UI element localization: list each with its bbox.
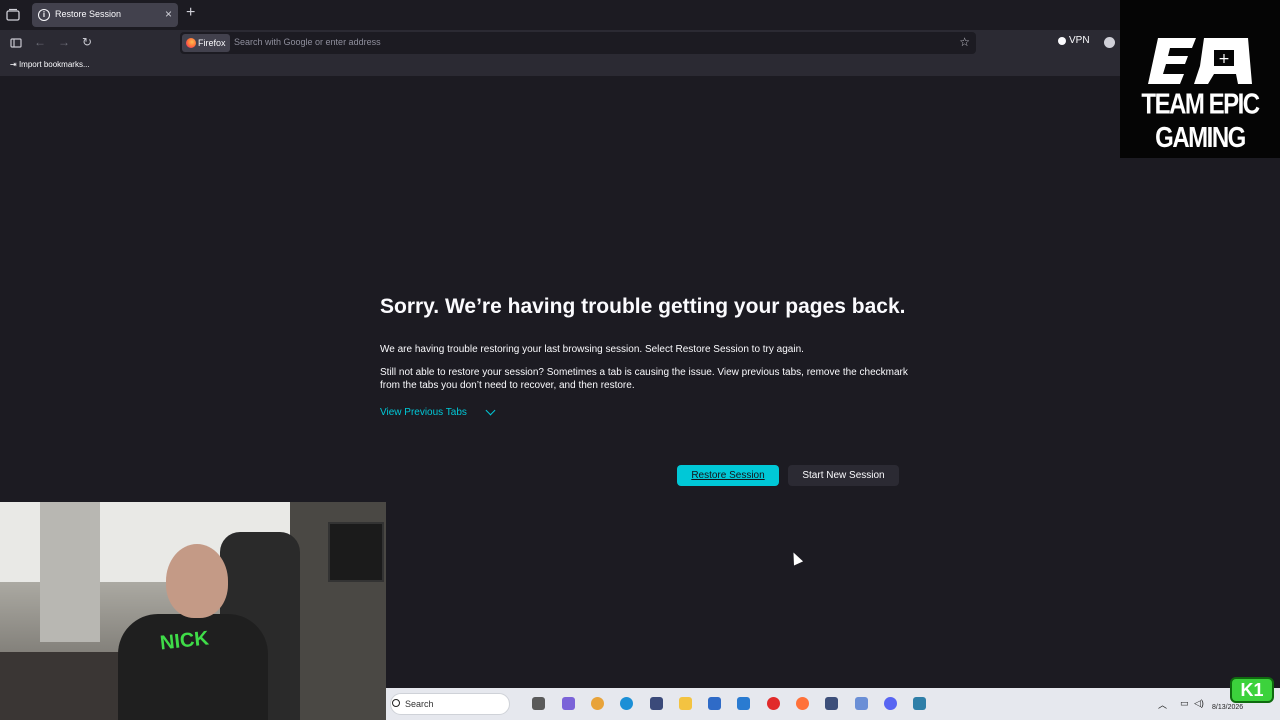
url-bar[interactable]: Firefox Search with Google or enter addr… bbox=[180, 32, 976, 54]
info-icon: i bbox=[38, 9, 50, 21]
webcam-monitor bbox=[328, 522, 384, 582]
file-explorer-icon[interactable] bbox=[679, 697, 692, 710]
firefox-taskbar-icon[interactable] bbox=[796, 697, 809, 710]
network-icon[interactable]: ▭ bbox=[1180, 698, 1189, 709]
description-text: We are having trouble restoring your las… bbox=[380, 344, 804, 355]
outlook-icon[interactable] bbox=[737, 697, 750, 710]
import-bookmarks-label: Import bookmarks... bbox=[18, 60, 90, 69]
windows-taskbar: Search ︿ ▭ ◁) 4:2 8/13/2026 bbox=[386, 688, 1280, 720]
copilot-icon[interactable] bbox=[591, 697, 604, 710]
forward-icon[interactable]: → bbox=[58, 35, 70, 49]
new-tab-icon[interactable]: + bbox=[186, 4, 195, 22]
webcam-door bbox=[40, 502, 100, 642]
app-icon-1[interactable] bbox=[650, 697, 663, 710]
tab-bar: i Restore Session × + bbox=[0, 0, 1120, 30]
app-icon-3[interactable] bbox=[855, 697, 868, 710]
app-icon-2[interactable] bbox=[825, 697, 838, 710]
url-placeholder: Search with Google or enter address bbox=[234, 37, 381, 47]
tab-title: Restore Session bbox=[55, 9, 122, 19]
store-icon[interactable] bbox=[708, 697, 721, 710]
taskbar-search-label: Search bbox=[405, 699, 434, 709]
vpn-button[interactable]: VPN bbox=[1058, 35, 1090, 46]
edge-icon[interactable] bbox=[620, 697, 633, 710]
team-logo-icon: + bbox=[1148, 38, 1252, 84]
task-view-icon[interactable] bbox=[532, 697, 545, 710]
restore-session-button[interactable]: Restore Session bbox=[677, 465, 779, 486]
webcam-person-head bbox=[166, 544, 228, 618]
mouse-cursor-icon bbox=[788, 550, 804, 566]
firefox-chip-label: Firefox bbox=[198, 38, 226, 48]
vpn-label: VPN bbox=[1069, 35, 1090, 46]
back-icon[interactable]: ← bbox=[34, 35, 46, 49]
tab-restore-session[interactable]: i Restore Session × bbox=[32, 3, 178, 27]
help-text: Still not able to restore your session? … bbox=[380, 367, 908, 391]
search-icon bbox=[392, 699, 400, 707]
page-title: Sorry. We’re having trouble getting your… bbox=[380, 295, 906, 318]
opera-icon[interactable] bbox=[767, 697, 780, 710]
start-new-session-button[interactable]: Start New Session bbox=[788, 465, 899, 486]
teams-icon[interactable] bbox=[562, 697, 575, 710]
team-logo-text: TEAM EPIC GAMING bbox=[1141, 88, 1260, 155]
taskbar-search[interactable]: Search bbox=[390, 693, 510, 715]
app-icon-4[interactable] bbox=[913, 697, 926, 710]
k1-badge: K1 bbox=[1230, 677, 1274, 703]
svg-text:+: + bbox=[1218, 51, 1230, 67]
reload-icon[interactable]: ↻ bbox=[82, 35, 92, 49]
account-icon[interactable] bbox=[1104, 37, 1115, 48]
import-bookmarks-link[interactable]: ⇥ Import bookmarks... bbox=[10, 60, 90, 69]
taskbar-date: 8/13/2026 bbox=[1212, 704, 1244, 711]
firefox-logo-icon bbox=[186, 38, 196, 48]
list-all-tabs-icon[interactable] bbox=[6, 8, 20, 22]
sidebar-icon[interactable] bbox=[10, 37, 22, 49]
vpn-shield-icon bbox=[1058, 36, 1066, 45]
bookmark-star-icon[interactable]: ☆ bbox=[959, 35, 970, 49]
session-restore-panel: Sorry. We’re having trouble getting your… bbox=[380, 292, 910, 418]
team-logo-overlay: + TEAM EPIC GAMING bbox=[1120, 0, 1280, 158]
view-previous-tabs-toggle[interactable]: View Previous Tabs bbox=[380, 405, 910, 418]
system-tray-chevron-icon[interactable]: ︿ bbox=[1158, 698, 1167, 711]
close-tab-icon[interactable]: × bbox=[165, 7, 172, 21]
chevron-down-icon bbox=[485, 405, 496, 416]
volume-icon[interactable]: ◁) bbox=[1194, 698, 1204, 709]
nav-bar: ← → ↻ Firefox Search with Google or ente… bbox=[0, 30, 1120, 56]
firefox-identity-chip[interactable]: Firefox bbox=[182, 34, 230, 52]
bookmarks-toolbar: ⇥ Import bookmarks... bbox=[0, 56, 1120, 76]
discord-icon[interactable] bbox=[884, 697, 897, 710]
view-previous-tabs-label: View Previous Tabs bbox=[380, 407, 467, 418]
webcam-overlay: NICK bbox=[0, 502, 386, 720]
